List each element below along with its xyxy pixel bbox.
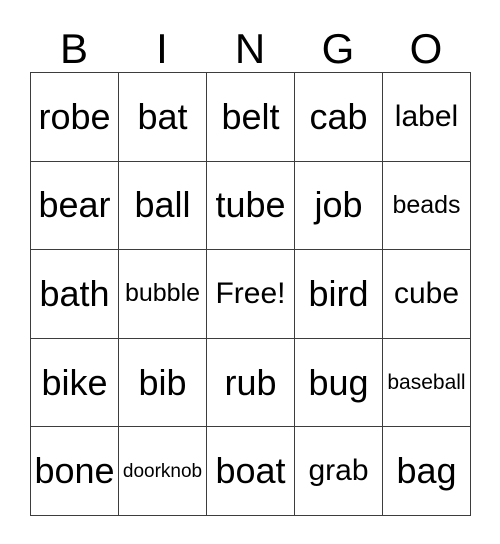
bingo-cell[interactable]: rub	[207, 338, 295, 428]
bingo-cell-label: bat	[137, 95, 188, 137]
bingo-cell-label: bath	[39, 272, 110, 314]
bingo-cell-label: beads	[392, 190, 461, 219]
bingo-cell-label: ball	[134, 184, 191, 226]
bingo-cell-label: job	[314, 184, 363, 226]
bingo-cell-label: baseball	[387, 371, 466, 395]
header-letter-b: B	[59, 25, 88, 72]
bingo-cell[interactable]: job	[295, 161, 383, 251]
bingo-cell[interactable]: bag	[383, 427, 471, 516]
bingo-cell-label: Free!	[215, 276, 286, 310]
bingo-cell-label: bird	[308, 272, 369, 314]
bingo-cell[interactable]: cube	[383, 250, 471, 339]
bingo-cell-label: robe	[38, 95, 111, 137]
bingo-cell-label: bear	[38, 184, 111, 226]
bingo-cell[interactable]: beads	[383, 161, 471, 251]
bingo-cell-label: label	[394, 99, 459, 133]
header-letter-n: N	[234, 25, 266, 72]
bingo-cell[interactable]: belt	[207, 73, 295, 162]
bingo-cell[interactable]: cab	[295, 73, 383, 162]
bingo-cell[interactable]: robe	[31, 73, 119, 162]
bingo-cell[interactable]: bear	[31, 161, 119, 251]
bingo-card: B I N G O robe bat belt cab label bear ball tub…	[30, 16, 471, 516]
bingo-cell[interactable]: bubble	[119, 250, 207, 339]
bingo-cell[interactable]: boat	[207, 427, 295, 516]
bingo-free-space-cell[interactable]: Free!	[207, 250, 295, 339]
bingo-cell[interactable]: doorknob	[119, 427, 207, 516]
bingo-cell[interactable]: ball	[119, 161, 207, 251]
bingo-cell-label: bubble	[124, 279, 201, 308]
bingo-cell-label: bike	[41, 361, 108, 403]
bingo-cell-label: bib	[138, 361, 187, 403]
header-letter-i: I	[156, 25, 168, 72]
bingo-cell[interactable]: grab	[295, 427, 383, 516]
bingo-cell[interactable]: bike	[31, 338, 119, 428]
bingo-cell-label: bone	[34, 450, 115, 492]
bingo-cell-label: boat	[215, 450, 286, 492]
bingo-cell[interactable]: baseball	[383, 338, 471, 428]
bingo-cell-label: cab	[309, 95, 368, 137]
bingo-cell-label: doorknob	[122, 460, 203, 482]
bingo-cell[interactable]: tube	[207, 161, 295, 251]
bingo-header-row: B I N G O	[30, 16, 470, 72]
bingo-cell[interactable]: label	[383, 73, 471, 162]
bingo-cell[interactable]: bird	[295, 250, 383, 339]
bingo-cell-label: bug	[308, 361, 369, 403]
bingo-cell-label: cube	[393, 276, 460, 310]
bingo-cell-label: grab	[308, 454, 369, 488]
bingo-cell[interactable]: bat	[119, 73, 207, 162]
bingo-grid: robe bat belt cab label bear ball tube job beads b…	[30, 72, 471, 516]
bingo-cell[interactable]: bib	[119, 338, 207, 428]
bingo-cell-label: tube	[215, 184, 286, 226]
bingo-cell[interactable]: bug	[295, 338, 383, 428]
header-letter-g: G	[321, 25, 355, 72]
header-letter-o: O	[409, 25, 443, 72]
bingo-cell-label: belt	[221, 95, 280, 137]
bingo-cell-label: bag	[396, 450, 457, 492]
bingo-cell[interactable]: bone	[31, 427, 119, 516]
bingo-cell[interactable]: bath	[31, 250, 119, 339]
bingo-cell-label: rub	[224, 361, 277, 403]
